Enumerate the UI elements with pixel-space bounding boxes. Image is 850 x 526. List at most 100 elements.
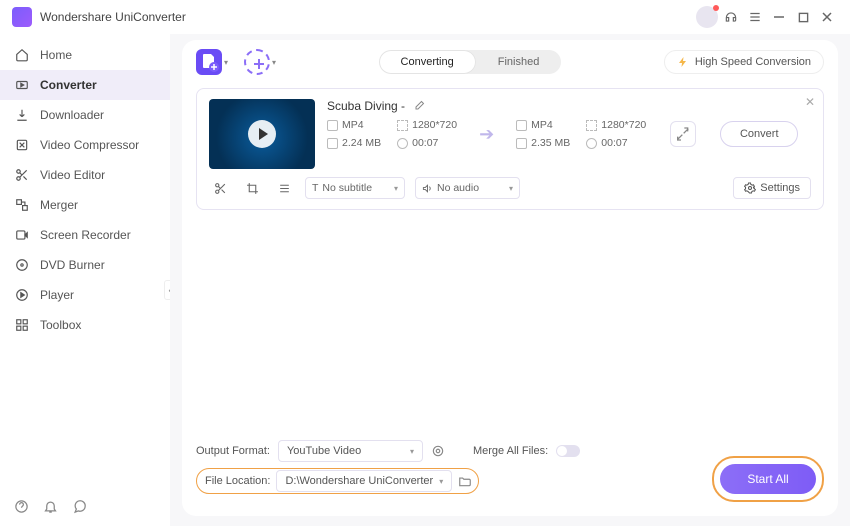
sidebar-item-label: Video Editor <box>40 168 105 182</box>
sidebar-item-compressor[interactable]: Video Compressor <box>0 130 170 160</box>
resolution-icon <box>586 120 597 131</box>
play-icon <box>14 288 30 302</box>
remove-file-icon[interactable]: ✕ <box>805 95 815 109</box>
tab-converting[interactable]: Converting <box>379 50 476 74</box>
dst-format: MP4 <box>531 119 553 131</box>
converter-icon <box>14 78 30 92</box>
sidebar-item-label: DVD Burner <box>40 258 105 272</box>
dst-dur: 00:07 <box>601 137 627 149</box>
home-icon <box>14 48 30 62</box>
sidebar-item-converter[interactable]: Converter <box>0 70 170 100</box>
settings-button[interactable]: Settings <box>733 177 811 199</box>
sidebar-item-dvd[interactable]: DVD Burner <box>0 250 170 280</box>
app-title: Wondershare UniConverter <box>40 10 186 24</box>
size-icon <box>516 138 527 149</box>
edit-name-icon[interactable] <box>413 100 425 112</box>
maximize-icon[interactable] <box>792 6 814 28</box>
gear-icon <box>744 182 756 194</box>
merge-label: Merge All Files: <box>473 445 548 457</box>
sidebar-item-editor[interactable]: Video Editor <box>0 160 170 190</box>
file-card: ✕ Scuba Diving - MP4 2.24 MB <box>196 88 824 210</box>
start-all-button[interactable]: Start All <box>720 464 816 494</box>
scissors-icon <box>14 168 30 182</box>
bolt-icon <box>677 56 689 68</box>
chat-icon[interactable] <box>72 499 87 514</box>
sidebar-item-label: Toolbox <box>40 318 81 332</box>
chevron-down-icon: ▾ <box>394 184 398 193</box>
format-icon <box>516 120 527 131</box>
merge-toggle[interactable] <box>556 445 580 457</box>
file-location-label: File Location: <box>205 475 270 487</box>
sidebar-item-label: Merger <box>40 198 78 212</box>
chevron-down-icon: ▾ <box>224 58 228 67</box>
compressor-icon <box>14 138 30 152</box>
src-size: 2.24 MB <box>342 137 381 149</box>
file-name: Scuba Diving - <box>327 99 405 113</box>
file-location-dropdown[interactable]: D:\Wondershare UniConverter▾ <box>276 470 452 492</box>
high-speed-label: High Speed Conversion <box>695 56 811 68</box>
sidebar-item-merger[interactable]: Merger <box>0 190 170 220</box>
sidebar-item-player[interactable]: Player <box>0 280 170 310</box>
output-settings-icon[interactable] <box>670 121 696 147</box>
src-res: 1280*720 <box>412 119 457 131</box>
add-file-button[interactable]: ▾ <box>196 49 228 75</box>
sidebar-item-recorder[interactable]: Screen Recorder <box>0 220 170 250</box>
disc-icon <box>14 258 30 272</box>
sidebar-item-label: Home <box>40 48 72 62</box>
circle-plus-icon <box>244 49 270 75</box>
close-icon[interactable] <box>816 6 838 28</box>
effects-icon[interactable] <box>273 179 295 197</box>
chevron-down-icon: ▾ <box>439 477 443 486</box>
size-icon <box>327 138 338 149</box>
sidebar-item-downloader[interactable]: Downloader <box>0 100 170 130</box>
src-format: MP4 <box>342 119 364 131</box>
dst-size: 2.35 MB <box>531 137 570 149</box>
merger-icon <box>14 198 30 212</box>
dst-res: 1280*720 <box>601 119 646 131</box>
sidebar-item-label: Video Compressor <box>40 138 139 152</box>
sidebar: Home Converter Downloader Video Compress… <box>0 34 170 526</box>
video-thumbnail[interactable] <box>209 99 315 169</box>
bell-icon[interactable] <box>43 499 58 514</box>
start-all-highlight: Start All <box>712 456 824 502</box>
recorder-icon <box>14 228 30 242</box>
play-overlay-icon <box>248 120 276 148</box>
app-logo <box>12 7 32 27</box>
tab-finished[interactable]: Finished <box>476 50 562 74</box>
subtitle-dropdown[interactable]: TNo subtitle▾ <box>305 177 405 199</box>
trim-icon[interactable] <box>209 179 231 197</box>
audio-icon <box>422 183 433 194</box>
sidebar-item-label: Screen Recorder <box>40 228 131 242</box>
add-url-button[interactable]: ▾ <box>244 49 276 75</box>
minimize-icon[interactable] <box>768 6 790 28</box>
headset-icon[interactable] <box>720 6 742 28</box>
src-dur: 00:07 <box>412 137 438 149</box>
grid-icon <box>14 318 30 332</box>
menu-icon[interactable] <box>744 6 766 28</box>
high-speed-button[interactable]: High Speed Conversion <box>664 50 824 74</box>
file-plus-icon <box>196 49 222 75</box>
format-icon <box>327 120 338 131</box>
chevron-down-icon: ▾ <box>509 184 513 193</box>
help-icon[interactable] <box>14 499 29 514</box>
target-icon[interactable] <box>431 444 445 458</box>
chevron-down-icon: ▾ <box>272 58 276 67</box>
sidebar-item-label: Downloader <box>40 108 104 122</box>
sidebar-item-label: Player <box>40 288 74 302</box>
resolution-icon <box>397 120 408 131</box>
folder-open-icon[interactable] <box>458 474 472 488</box>
sidebar-item-home[interactable]: Home <box>0 40 170 70</box>
output-format-dropdown[interactable]: YouTube Video▾ <box>278 440 423 462</box>
sidebar-item-label: Converter <box>40 78 97 92</box>
clock-icon <box>397 138 408 149</box>
crop-icon[interactable] <box>241 179 263 197</box>
subtitle-icon: T <box>312 182 318 194</box>
clock-icon <box>586 138 597 149</box>
output-format-label: Output Format: <box>196 445 270 457</box>
account-icon[interactable] <box>696 6 718 28</box>
arrow-right-icon: ➔ <box>479 124 494 145</box>
convert-button[interactable]: Convert <box>720 121 798 147</box>
download-icon <box>14 108 30 122</box>
sidebar-item-toolbox[interactable]: Toolbox <box>0 310 170 340</box>
audio-dropdown[interactable]: No audio▾ <box>415 177 520 199</box>
